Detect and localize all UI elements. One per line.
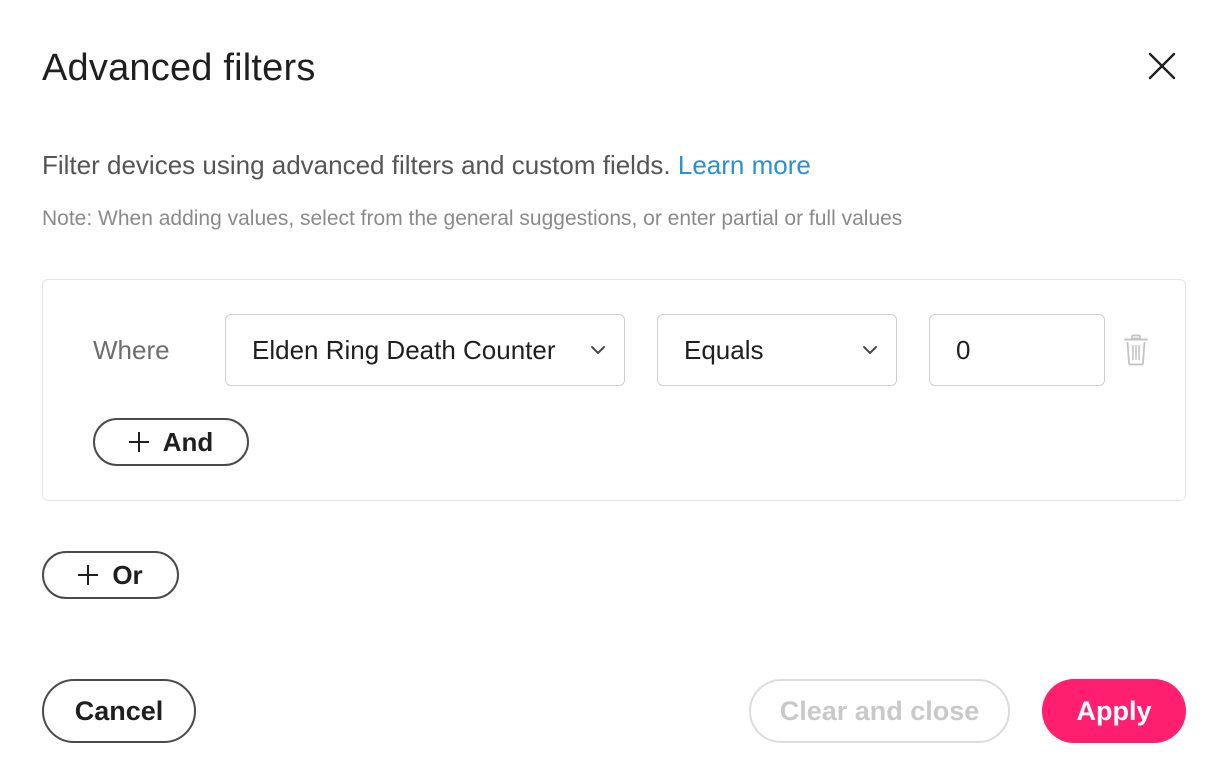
- dialog-description: Filter devices using advanced filters an…: [42, 148, 811, 182]
- trash-icon: [1124, 334, 1148, 366]
- filter-group: Where Elden Ring Death Counter Equals 0 …: [42, 279, 1186, 501]
- close-icon: [1148, 52, 1176, 80]
- close-button[interactable]: [1140, 44, 1184, 88]
- apply-button[interactable]: Apply: [1042, 679, 1186, 743]
- or-label: Or: [112, 559, 143, 590]
- operator-select[interactable]: Equals: [657, 314, 897, 386]
- value-input[interactable]: [929, 314, 1105, 386]
- field-select[interactable]: Elden Ring Death Counter: [225, 314, 625, 386]
- add-or-button[interactable]: Or: [42, 551, 179, 599]
- delete-filter-button[interactable]: [1123, 334, 1149, 366]
- dialog-title: Advanced filters: [42, 47, 316, 89]
- learn-more-link[interactable]: Learn more: [678, 150, 811, 180]
- chevron-down-icon: [860, 340, 880, 360]
- cancel-button[interactable]: Cancel: [42, 679, 196, 743]
- plus-icon: [78, 565, 99, 585]
- description-text: Filter devices using advanced filters an…: [42, 150, 671, 180]
- operator-select-value: Equals: [684, 334, 764, 365]
- add-and-button[interactable]: And: [93, 418, 249, 466]
- and-label: And: [162, 426, 214, 457]
- chevron-down-icon: [588, 340, 608, 360]
- where-label: Where: [93, 335, 170, 365]
- advanced-filters-dialog: Advanced filters Filter devices using ad…: [0, 0, 1226, 784]
- plus-icon: [128, 432, 149, 452]
- field-select-value: Elden Ring Death Counter: [252, 334, 556, 365]
- dialog-note: Note: When adding values, select from th…: [42, 207, 903, 230]
- clear-and-close-button[interactable]: Clear and close: [749, 679, 1010, 743]
